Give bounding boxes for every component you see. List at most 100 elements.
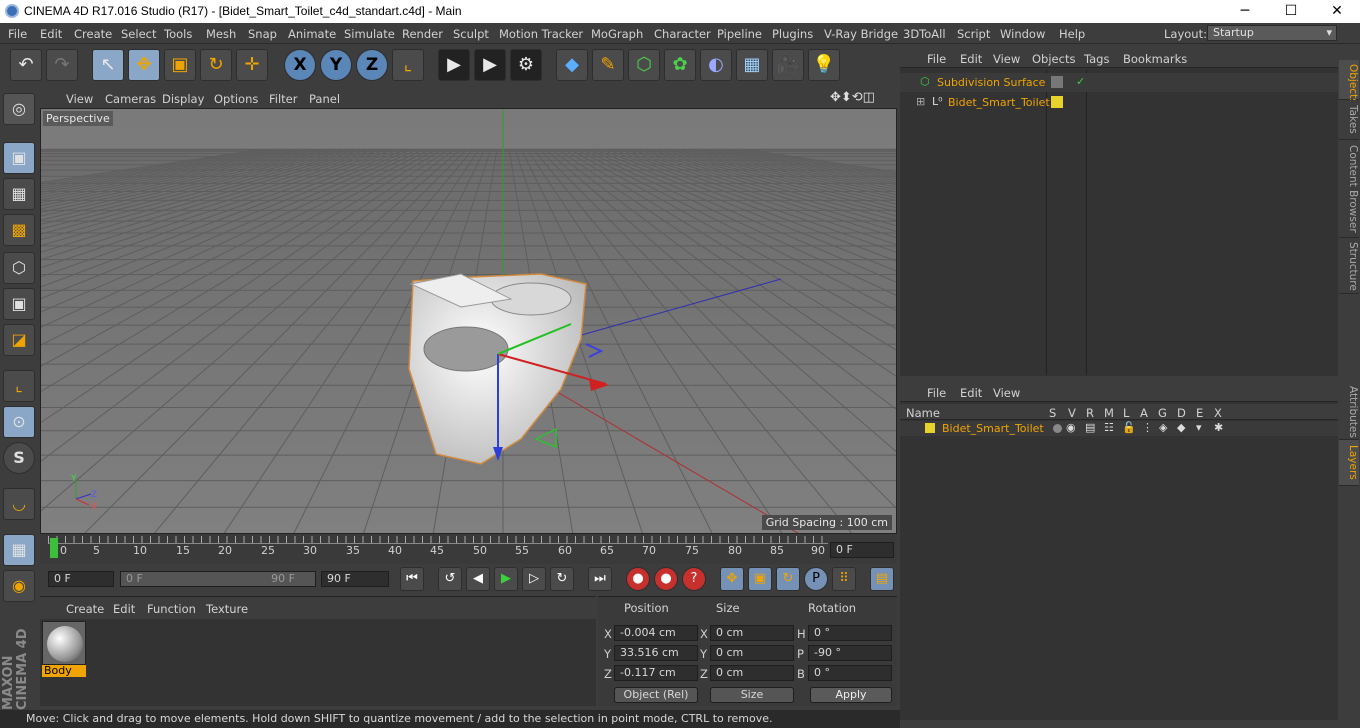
key-pla-button[interactable]: ⠿: [832, 567, 856, 591]
menu-vray-bridge[interactable]: V-Ray Bridge: [824, 27, 898, 41]
menu-character[interactable]: Character: [654, 27, 711, 41]
material-menu-edit[interactable]: Edit: [113, 602, 135, 616]
solo-toggle-icon[interactable]: [1053, 424, 1062, 433]
tab-objects[interactable]: Objects: [1339, 60, 1359, 104]
current-frame-field[interactable]: 0 F: [830, 542, 894, 558]
live-selection-button[interactable]: ↖: [92, 49, 124, 81]
render-clapper-icon[interactable]: ▤: [1085, 421, 1095, 434]
coordinate-mode-select[interactable]: Object (Rel): [614, 687, 698, 703]
redo-button[interactable]: ↷: [46, 49, 78, 81]
tab-attributes[interactable]: Attributes: [1339, 382, 1359, 440]
layer-menu-view[interactable]: View: [993, 386, 1020, 400]
rotation-b-field[interactable]: 0 °: [808, 665, 892, 681]
play-button[interactable]: ▶: [494, 567, 518, 591]
add-object-button[interactable]: ✛: [236, 49, 268, 81]
scale-tool-button[interactable]: ▣: [164, 49, 196, 81]
y-axis-button[interactable]: Y: [320, 49, 352, 81]
polygons-mode-button[interactable]: ◪: [3, 324, 35, 356]
menu-simulate[interactable]: Simulate: [344, 27, 395, 41]
x-axis-button[interactable]: X: [284, 49, 316, 81]
render-view-button[interactable]: ▶: [438, 49, 470, 81]
tab-structure[interactable]: Structure: [1339, 238, 1359, 294]
autokeying-button[interactable]: ●: [654, 567, 678, 591]
animation-icon[interactable]: ⋮: [1142, 421, 1153, 434]
workplane-mode-button[interactable]: ▩: [3, 214, 35, 246]
object-row-bidet-smart-toilet[interactable]: ⊞ L⁰ Bidet_Smart_Toilet: [900, 93, 1338, 112]
material-item-body[interactable]: Body: [42, 621, 86, 677]
deformer-icon[interactable]: ◆: [1177, 421, 1185, 434]
menu-sculpt[interactable]: Sculpt: [453, 27, 489, 41]
undo-button[interactable]: ↶: [10, 49, 42, 81]
go-to-start-button[interactable]: ⏮: [400, 567, 424, 591]
obj-menu-file[interactable]: File: [927, 52, 946, 66]
obj-menu-bookmarks[interactable]: Bookmarks: [1123, 52, 1187, 66]
tweak-mode-button[interactable]: ⊙: [3, 406, 35, 438]
expand-icon[interactable]: ⊞: [916, 95, 925, 108]
menu-plugins[interactable]: Plugins: [772, 27, 813, 41]
manager-icon[interactable]: ☷: [1104, 421, 1114, 434]
snap-button[interactable]: ◡: [3, 488, 35, 520]
menu-animate[interactable]: Animate: [288, 27, 336, 41]
previous-key-button[interactable]: ↺: [438, 567, 462, 591]
menu-file[interactable]: File: [8, 27, 27, 41]
axis-mode-button[interactable]: ⌞: [3, 370, 35, 402]
key-parameter-button[interactable]: P: [804, 567, 828, 591]
menu-motion-tracker[interactable]: Motion Tracker: [499, 27, 583, 41]
make-editable-button[interactable]: ◎: [3, 93, 35, 125]
key-scale-button[interactable]: ▣: [748, 567, 772, 591]
pen-spline-button[interactable]: ✎: [592, 49, 624, 81]
tab-layers[interactable]: Layers: [1339, 440, 1359, 486]
viewport-menu-filter[interactable]: Filter: [269, 92, 297, 106]
next-frame-button[interactable]: ▷: [522, 567, 546, 591]
menu-snap[interactable]: Snap: [248, 27, 277, 41]
menu-edit[interactable]: Edit: [40, 27, 62, 41]
menu-window[interactable]: Window: [1000, 27, 1045, 41]
viewport-menu-panel[interactable]: Panel: [309, 92, 340, 106]
timeline-window-button[interactable]: ▤: [870, 567, 894, 591]
menu-tools[interactable]: Tools: [164, 27, 192, 41]
xref-icon[interactable]: ✱: [1214, 421, 1223, 434]
record-active-objects-button[interactable]: ●: [626, 567, 650, 591]
layer-menu-edit[interactable]: Edit: [960, 386, 982, 400]
position-x-field[interactable]: -0.004 cm: [614, 625, 698, 641]
rotation-p-field[interactable]: -90 °: [808, 645, 892, 661]
lock-icon[interactable]: 🔓: [1122, 421, 1136, 434]
layout-select[interactable]: Startup ▾: [1207, 25, 1337, 41]
layer-row-bidet-smart-toilet[interactable]: Bidet_Smart_Toilet ◉ ▤ ☷ 🔓 ⋮ ◈ ◆ ▾ ✱: [900, 421, 1338, 436]
subdivision-surface-button[interactable]: ⬡: [628, 49, 660, 81]
position-z-field[interactable]: -0.117 cm: [614, 665, 698, 681]
obj-menu-tags[interactable]: Tags: [1084, 52, 1109, 66]
key-position-button[interactable]: ✥: [720, 567, 744, 591]
perspective-viewport[interactable]: Y Z X Perspective Grid Spacing : 100 cm: [40, 108, 897, 534]
model-mode-button[interactable]: ▣: [3, 142, 35, 174]
move-tool-button[interactable]: ✥: [128, 49, 160, 81]
close-button[interactable]: ✕: [1314, 0, 1360, 23]
points-mode-button[interactable]: ⬡: [3, 252, 35, 284]
size-y-field[interactable]: 0 cm: [710, 645, 794, 661]
menu-render[interactable]: Render: [402, 27, 443, 41]
texture-mode-button[interactable]: ▦: [3, 178, 35, 210]
next-key-button[interactable]: ↻: [550, 567, 574, 591]
timeline-ruler[interactable]: 0 5 10 15 20 25 30 35 40 45 50 55 60 65 …: [40, 534, 897, 564]
viewport-menu-view[interactable]: View: [66, 92, 93, 106]
workplane-button[interactable]: ▦: [3, 534, 35, 566]
view-eye-icon[interactable]: ◉: [1066, 421, 1076, 434]
cloner-button[interactable]: ✿: [664, 49, 696, 81]
camera-button[interactable]: 🎥: [772, 49, 804, 81]
viewport-menu-display[interactable]: Display: [162, 92, 204, 106]
minimize-button[interactable]: ─: [1222, 0, 1268, 23]
rotation-h-field[interactable]: 0 °: [808, 625, 892, 641]
locked-workplane-button[interactable]: ◉: [3, 570, 35, 602]
apply-button[interactable]: Apply: [810, 687, 892, 703]
go-to-end-button[interactable]: ⏭: [588, 567, 612, 591]
coordinate-system-button[interactable]: ⌞: [392, 49, 424, 81]
playhead[interactable]: [50, 538, 58, 558]
size-z-field[interactable]: 0 cm: [710, 665, 794, 681]
menu-pipeline[interactable]: Pipeline: [717, 27, 762, 41]
solo-button[interactable]: S: [3, 442, 35, 474]
position-y-field[interactable]: 33.516 cm: [614, 645, 698, 661]
material-menu-texture[interactable]: Texture: [206, 602, 248, 616]
material-menu-create[interactable]: Create: [66, 602, 104, 616]
maximize-button[interactable]: ☐: [1268, 0, 1314, 23]
start-frame-field[interactable]: 0 F: [48, 571, 114, 587]
